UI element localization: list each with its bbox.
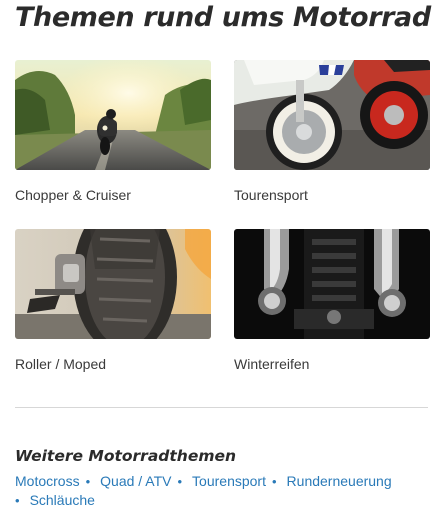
link-tourensport[interactable]: Tourensport bbox=[192, 473, 266, 489]
more-topics-heading: Weitere Motorradthemen bbox=[15, 447, 237, 465]
page-title: Themen rund ums Motorrad bbox=[15, 2, 431, 33]
bullet-separator: • bbox=[271, 474, 277, 489]
topic-card-label: Winterreifen bbox=[234, 356, 310, 372]
topic-card-roller-moped[interactable]: Roller / Moped bbox=[15, 229, 211, 372]
topic-card-chopper-cruiser[interactable]: Chopper & Cruiser bbox=[15, 60, 211, 203]
topic-card-label: Tourensport bbox=[234, 187, 308, 203]
link-schlaeuche[interactable]: Schläuche bbox=[30, 492, 95, 508]
topic-card-label: Chopper & Cruiser bbox=[15, 187, 131, 203]
link-quad-atv[interactable]: Quad / ATV bbox=[100, 473, 171, 489]
section-divider bbox=[15, 407, 428, 408]
link-runderneuerung[interactable]: Runderneuerung bbox=[287, 473, 392, 489]
topic-card-label: Roller / Moped bbox=[15, 356, 107, 372]
link-motocross[interactable]: Motocross bbox=[15, 473, 80, 489]
topic-card-winterreifen[interactable]: Winterreifen bbox=[234, 229, 430, 372]
motorcycle-road-image bbox=[15, 60, 211, 170]
bullet-separator: • bbox=[15, 493, 20, 508]
scooter-wheels-image bbox=[234, 60, 430, 170]
bullet-separator: • bbox=[177, 474, 183, 489]
motorcycle-engine-image bbox=[234, 229, 430, 339]
motorcycle-tire-image bbox=[15, 229, 211, 339]
more-topics-links: Motocross • Quad / ATV • Tourensport • Rundern… bbox=[15, 472, 420, 510]
topic-card-tourensport[interactable]: Tourensport bbox=[234, 60, 430, 203]
bullet-separator: • bbox=[85, 474, 91, 489]
